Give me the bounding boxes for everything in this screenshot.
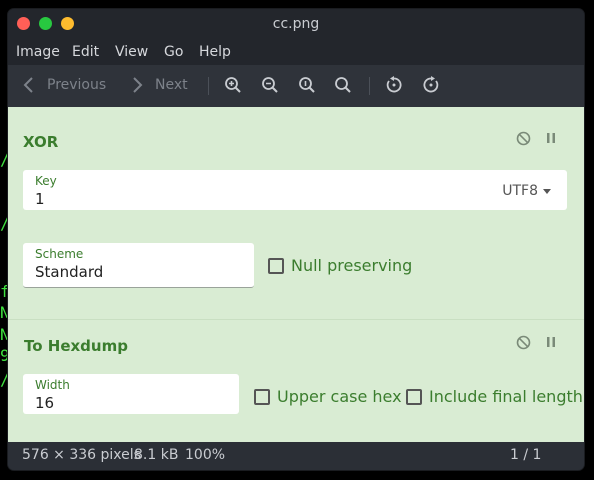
chevron-left-icon xyxy=(23,77,33,93)
toolbar-separator xyxy=(208,77,209,95)
scheme-select[interactable]: Scheme Standard xyxy=(23,243,254,288)
key-label: Key xyxy=(35,174,57,188)
disable-icon[interactable] xyxy=(516,131,531,146)
image-viewer-window: cc.png Image Edit View Go Help Previous … xyxy=(8,9,584,470)
rotate-right-icon xyxy=(423,76,439,93)
status-bar: 576 × 336 pixels 8.1 kB 100% 1 / 1 xyxy=(8,442,584,470)
xor-title: XOR xyxy=(23,133,59,151)
zoom-original-button[interactable] xyxy=(298,76,316,94)
file-size: 8.1 kB xyxy=(134,447,179,463)
toolbar-separator xyxy=(369,77,370,95)
rotate-left-button[interactable] xyxy=(385,76,403,94)
next-label: Next xyxy=(155,77,188,93)
zoom-original-icon xyxy=(299,77,315,93)
zoom-in-icon xyxy=(225,77,241,93)
key-value: 1 xyxy=(35,190,45,208)
checkbox-box xyxy=(268,257,284,274)
previous-label: Previous xyxy=(47,77,107,93)
zoom-level: 100% xyxy=(185,447,226,463)
menu-image[interactable]: Image xyxy=(16,44,60,60)
title-bar: cc.png xyxy=(8,9,584,39)
rotate-left-icon xyxy=(386,76,402,93)
next-button[interactable]: Next xyxy=(130,76,188,94)
hexdump-title: To Hexdump xyxy=(24,337,128,355)
previous-button[interactable]: Previous xyxy=(22,76,106,94)
encoding-value: UTF8 xyxy=(502,183,538,199)
checkbox-box xyxy=(254,388,270,405)
image-dimensions: 576 × 336 pixels xyxy=(22,447,141,463)
zoom-out-button[interactable] xyxy=(261,76,279,94)
zoom-in-button[interactable] xyxy=(224,76,242,94)
menu-edit[interactable]: Edit xyxy=(72,44,99,60)
caret-down-icon xyxy=(543,188,551,194)
width-value: 16 xyxy=(35,394,55,412)
image-content: XOR Key 1 UTF8 Scheme Standard Null pres… xyxy=(8,107,584,442)
menu-view[interactable]: View xyxy=(115,44,148,60)
pause-icon[interactable] xyxy=(546,132,556,144)
pause-icon[interactable] xyxy=(546,336,556,348)
scheme-label: Scheme xyxy=(35,247,84,261)
checkbox-box xyxy=(406,388,422,405)
menu-bar: Image Edit View Go Help xyxy=(8,39,584,65)
menu-go[interactable]: Go xyxy=(164,44,183,60)
toolbar: Previous Next xyxy=(8,65,584,107)
zoom-fit-icon xyxy=(335,77,351,93)
null-preserving-label: Null preserving xyxy=(291,256,413,275)
upper-case-hex-label: Upper case hex xyxy=(277,387,402,406)
operation-divider xyxy=(8,319,584,320)
window-title: cc.png xyxy=(272,16,320,32)
key-field[interactable]: Key 1 UTF8 xyxy=(23,170,567,210)
include-final-length-label: Include final length xyxy=(429,387,583,406)
rotate-right-button[interactable] xyxy=(422,76,440,94)
page-indicator: 1 / 1 xyxy=(510,447,542,463)
scheme-value: Standard xyxy=(35,263,104,281)
upper-case-hex-checkbox[interactable]: Upper case hex xyxy=(254,387,402,406)
menu-help[interactable]: Help xyxy=(199,44,231,60)
null-preserving-checkbox[interactable]: Null preserving xyxy=(268,256,412,275)
width-label: Width xyxy=(35,378,70,392)
encoding-select[interactable]: UTF8 xyxy=(502,183,551,199)
width-field[interactable]: Width 16 xyxy=(23,374,239,414)
zoom-out-icon xyxy=(262,77,278,93)
zoom-fit-button[interactable] xyxy=(334,76,352,94)
disable-icon[interactable] xyxy=(516,335,531,350)
include-final-length-checkbox[interactable]: Include final length xyxy=(406,387,583,406)
chevron-right-icon xyxy=(133,77,143,93)
